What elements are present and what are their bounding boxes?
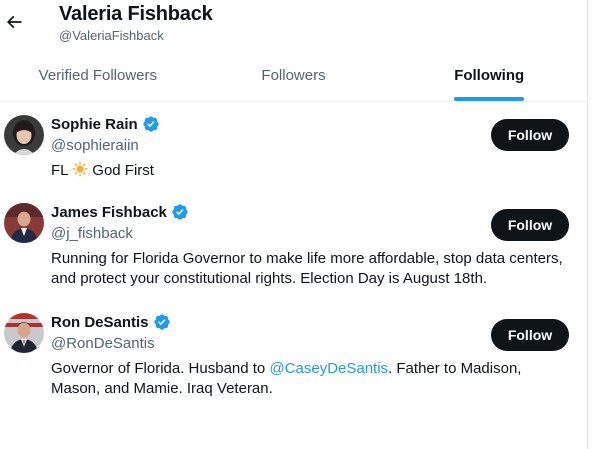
page-title: Valeria Fishback: [59, 3, 213, 25]
sun-emoji-icon: [72, 161, 88, 179]
active-tab-indicator: [454, 97, 525, 101]
verified-badge-icon: [142, 115, 160, 133]
user-bio: Governor of Florida. Husband to @CaseyDe…: [51, 359, 571, 399]
scrollbar-divider: [587, 0, 588, 449]
user-bio: FL God First: [51, 161, 571, 181]
user-handle: @RonDeSantis: [51, 335, 155, 352]
user-bio: Running for Florida Governor to make lif…: [51, 250, 563, 287]
tab-following[interactable]: Following: [391, 50, 587, 101]
tab-label: Followers: [261, 66, 326, 84]
bio-text: FL: [51, 162, 73, 179]
tab-bar: Verified Followers Followers Following: [0, 50, 587, 102]
tab-followers[interactable]: Followers: [196, 50, 392, 101]
bio-text: Governor of Florida. Husband to: [51, 360, 270, 377]
user-cell[interactable]: Ron DeSantis @RonDeSantis Governor of Fl…: [0, 301, 587, 411]
bio-text: God First: [88, 162, 154, 179]
page-handle: @ValeriaFishback: [59, 28, 164, 43]
display-name[interactable]: Sophie Rain: [51, 116, 138, 133]
tab-label: Following: [454, 66, 525, 84]
display-name[interactable]: James Fishback: [51, 204, 167, 221]
scrollbar[interactable]: [587, 0, 613, 449]
display-name[interactable]: Ron DeSantis: [51, 314, 149, 331]
avatar[interactable]: [4, 313, 44, 353]
verified-badge-icon: [171, 203, 189, 221]
user-handle: @sophieraiin: [51, 137, 139, 154]
name-line: Sophie Rain: [51, 115, 160, 133]
mention-link[interactable]: @CaseyDeSantis: [269, 360, 388, 377]
tab-label: Verified Followers: [38, 66, 158, 84]
user-cell[interactable]: James Fishback @j_fishback Running for F…: [0, 191, 587, 301]
tab-verified-followers[interactable]: Verified Followers: [0, 50, 196, 101]
avatar[interactable]: [4, 203, 44, 243]
verified-badge-icon: [153, 313, 171, 331]
name-line: James Fishback: [51, 203, 189, 221]
follow-button[interactable]: Follow: [491, 119, 569, 151]
avatar[interactable]: [4, 115, 44, 155]
follow-button[interactable]: Follow: [491, 209, 569, 241]
user-handle: @j_fishback: [51, 225, 133, 242]
name-line: Ron DeSantis: [51, 313, 171, 331]
profile-header: Valeria Fishback @ValeriaFishback: [0, 0, 587, 50]
user-cell[interactable]: Sophie Rain @sophieraiin FL God First Fo…: [0, 103, 587, 191]
follow-button[interactable]: Follow: [491, 319, 569, 351]
back-arrow-icon[interactable]: [2, 10, 26, 34]
